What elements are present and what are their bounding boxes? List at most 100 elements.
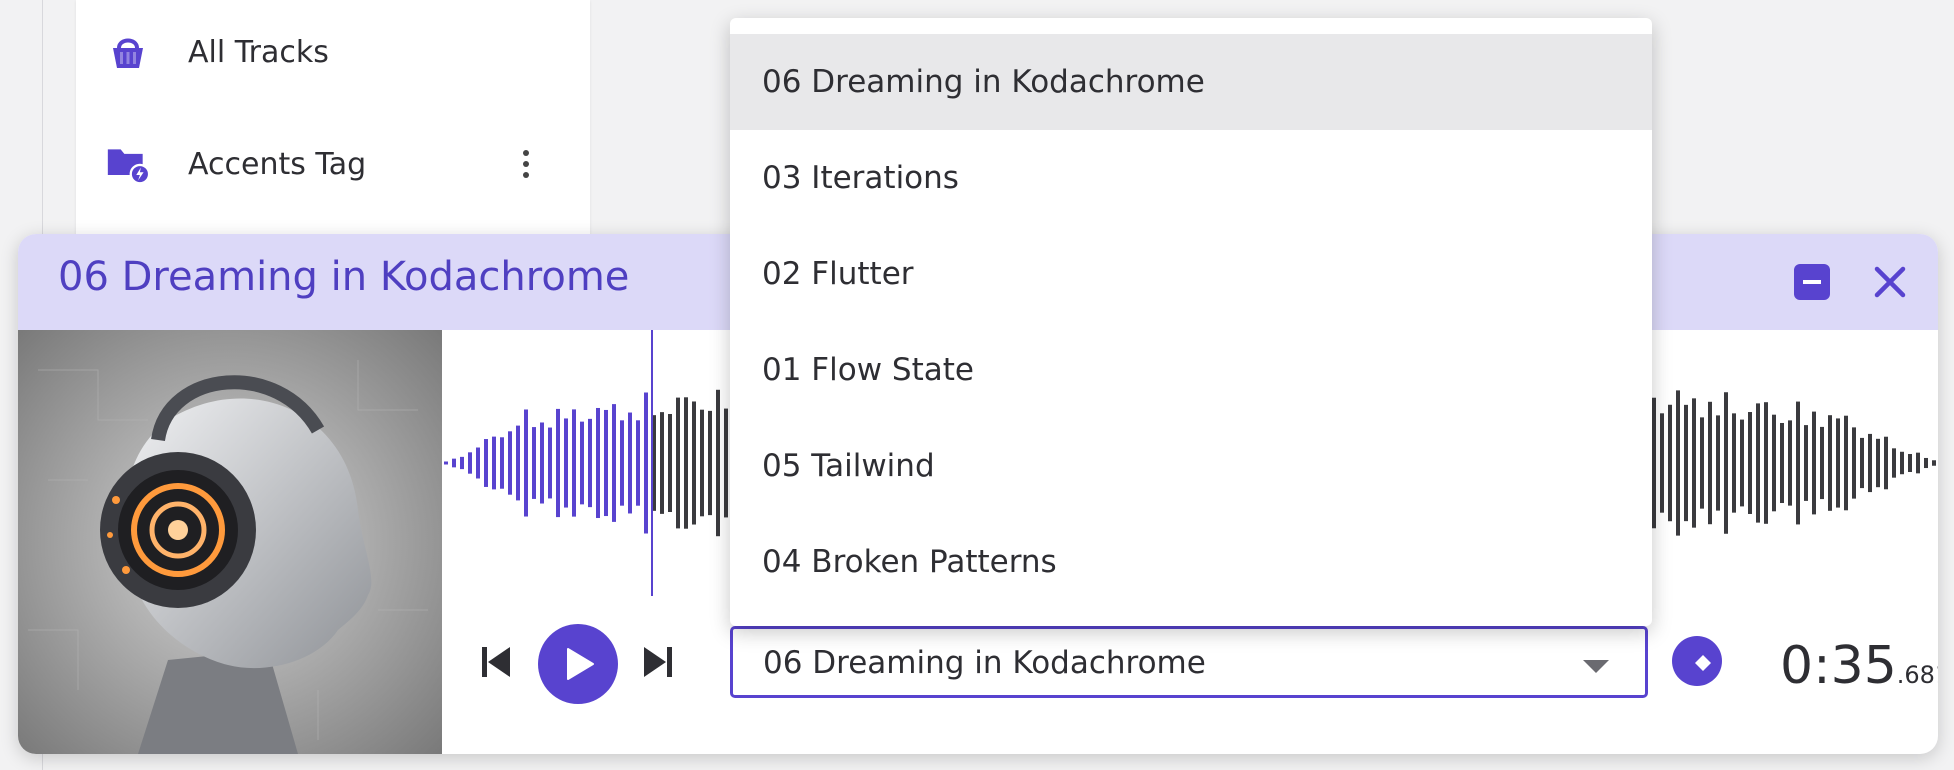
waveform-bar	[660, 412, 664, 514]
waveform-bar	[452, 458, 456, 468]
sidebar-item-all-tracks[interactable]: All Tracks	[76, 2, 590, 102]
waveform-bar	[668, 413, 672, 513]
sidebar-item-label: All Tracks	[188, 34, 329, 70]
track-select[interactable]: 06 Dreaming in Kodachrome	[730, 626, 1648, 698]
dropdown-option[interactable]: 04 Broken Patterns	[730, 514, 1652, 610]
waveform-bar	[1884, 436, 1888, 490]
close-icon	[1874, 266, 1906, 298]
sidebar-item-accents-tag[interactable]: Accents Tag	[76, 114, 590, 214]
folder-bolt-icon	[106, 142, 150, 186]
waveform-bar	[1796, 401, 1800, 525]
waveform-bar	[596, 407, 600, 519]
waveform-bar	[1876, 438, 1880, 488]
minimize-button[interactable]	[1790, 260, 1834, 304]
waveform-bar	[676, 397, 680, 529]
waveform-bar	[684, 397, 688, 529]
waveform-bar	[1828, 415, 1832, 511]
waveform-bar	[476, 447, 480, 479]
sidebar-item-label: Accents Tag	[188, 146, 367, 182]
waveform-bar	[524, 409, 528, 517]
close-button[interactable]	[1868, 260, 1912, 304]
waveform-bar	[548, 427, 552, 499]
waveform-bar	[500, 437, 504, 489]
waveform-bar	[540, 422, 544, 504]
loop-button[interactable]	[1670, 634, 1724, 688]
waveform-bar	[572, 409, 576, 517]
waveform-bar	[1668, 404, 1672, 522]
play-button[interactable]	[538, 624, 618, 704]
waveform-bar	[1924, 457, 1928, 469]
waveform-bar	[1836, 418, 1840, 508]
next-button[interactable]	[638, 642, 678, 682]
waveform-bar	[1708, 401, 1712, 525]
waveform-bar	[716, 389, 720, 537]
waveform-bar	[580, 421, 584, 505]
waveform-bar	[700, 409, 704, 517]
waveform-bar	[636, 420, 640, 506]
waveform-bar	[1684, 404, 1688, 522]
dropdown-option[interactable]: 02 Flutter	[730, 226, 1652, 322]
dropdown-option[interactable]: 06 Dreaming in Kodachrome	[730, 34, 1652, 130]
waveform-bar	[1844, 415, 1848, 511]
waveform-bar	[1652, 397, 1656, 529]
dropdown-option-label: 04 Broken Patterns	[762, 544, 1057, 580]
more-options-icon[interactable]	[516, 144, 536, 184]
skip-previous-icon	[482, 647, 510, 677]
dropdown-option[interactable]: 01 Flow State	[730, 322, 1652, 418]
waveform-bar	[604, 409, 608, 517]
waveform-bar	[1780, 422, 1784, 504]
waveform-bar	[1660, 413, 1664, 513]
waveform-bar	[1900, 451, 1904, 475]
waveform-bar	[460, 456, 464, 470]
waveform-bar	[532, 427, 536, 499]
waveform-bar	[1756, 403, 1760, 523]
waveform-bar	[484, 439, 488, 487]
waveform-bar	[1804, 425, 1808, 501]
waveform-bar	[564, 418, 568, 508]
chevron-down-icon	[1583, 660, 1609, 673]
dropdown-option-label: 05 Tailwind	[762, 448, 935, 484]
waveform-bar	[1724, 392, 1728, 534]
waveform-bar	[468, 452, 472, 474]
waveform-bar	[1716, 415, 1720, 511]
previous-button[interactable]	[476, 642, 516, 682]
waveform-bar	[1852, 427, 1856, 499]
time-main: 0:35	[1780, 636, 1897, 696]
waveform-bar	[1676, 390, 1680, 536]
dropdown-option-label: 02 Flutter	[762, 256, 914, 292]
waveform-bar	[1820, 426, 1824, 500]
dropdown-option-label: 06 Dreaming in Kodachrome	[762, 64, 1205, 100]
waveform-bar	[1740, 419, 1744, 507]
waveform-bar	[556, 408, 560, 518]
waveform-bar	[1764, 402, 1768, 524]
waveform-bar	[1692, 398, 1696, 528]
waveform-bar	[612, 404, 616, 522]
waveform-bar	[1732, 413, 1736, 513]
waveform-bar	[1908, 453, 1912, 473]
waveform-bar	[1892, 448, 1896, 478]
playhead[interactable]	[651, 330, 653, 596]
waveform-bar	[1788, 420, 1792, 506]
time-readout: 0:35.681	[1780, 636, 1938, 696]
waveform-bar	[492, 436, 496, 490]
waveform-bar	[588, 418, 592, 508]
dropdown-option[interactable]: 03 Iterations	[730, 130, 1652, 226]
play-icon	[567, 648, 594, 680]
dropdown-option[interactable]: 05 Tailwind	[730, 418, 1652, 514]
sidebar: All Tracks Accents Tag	[76, 0, 590, 240]
waveform-bar	[620, 420, 624, 506]
waveform-bar	[1916, 452, 1920, 474]
dropdown-option-label: 03 Iterations	[762, 160, 959, 196]
waveform-bar	[1860, 437, 1864, 489]
waveform-bar	[628, 412, 632, 514]
waveform-bar	[644, 392, 648, 534]
waveform-bar	[444, 461, 448, 465]
waveform-bar	[1932, 460, 1936, 466]
dropdown-option-label: 01 Flow State	[762, 352, 974, 388]
skip-next-icon	[644, 647, 672, 677]
time-milliseconds: .681	[1896, 661, 1938, 689]
player-title: 06 Dreaming in Kodachrome	[58, 254, 630, 300]
track-dropdown-menu: 06 Dreaming in Kodachrome 03 Iterations …	[730, 18, 1652, 626]
track-select-value: 06 Dreaming in Kodachrome	[763, 645, 1206, 681]
waveform-bar	[1700, 417, 1704, 509]
